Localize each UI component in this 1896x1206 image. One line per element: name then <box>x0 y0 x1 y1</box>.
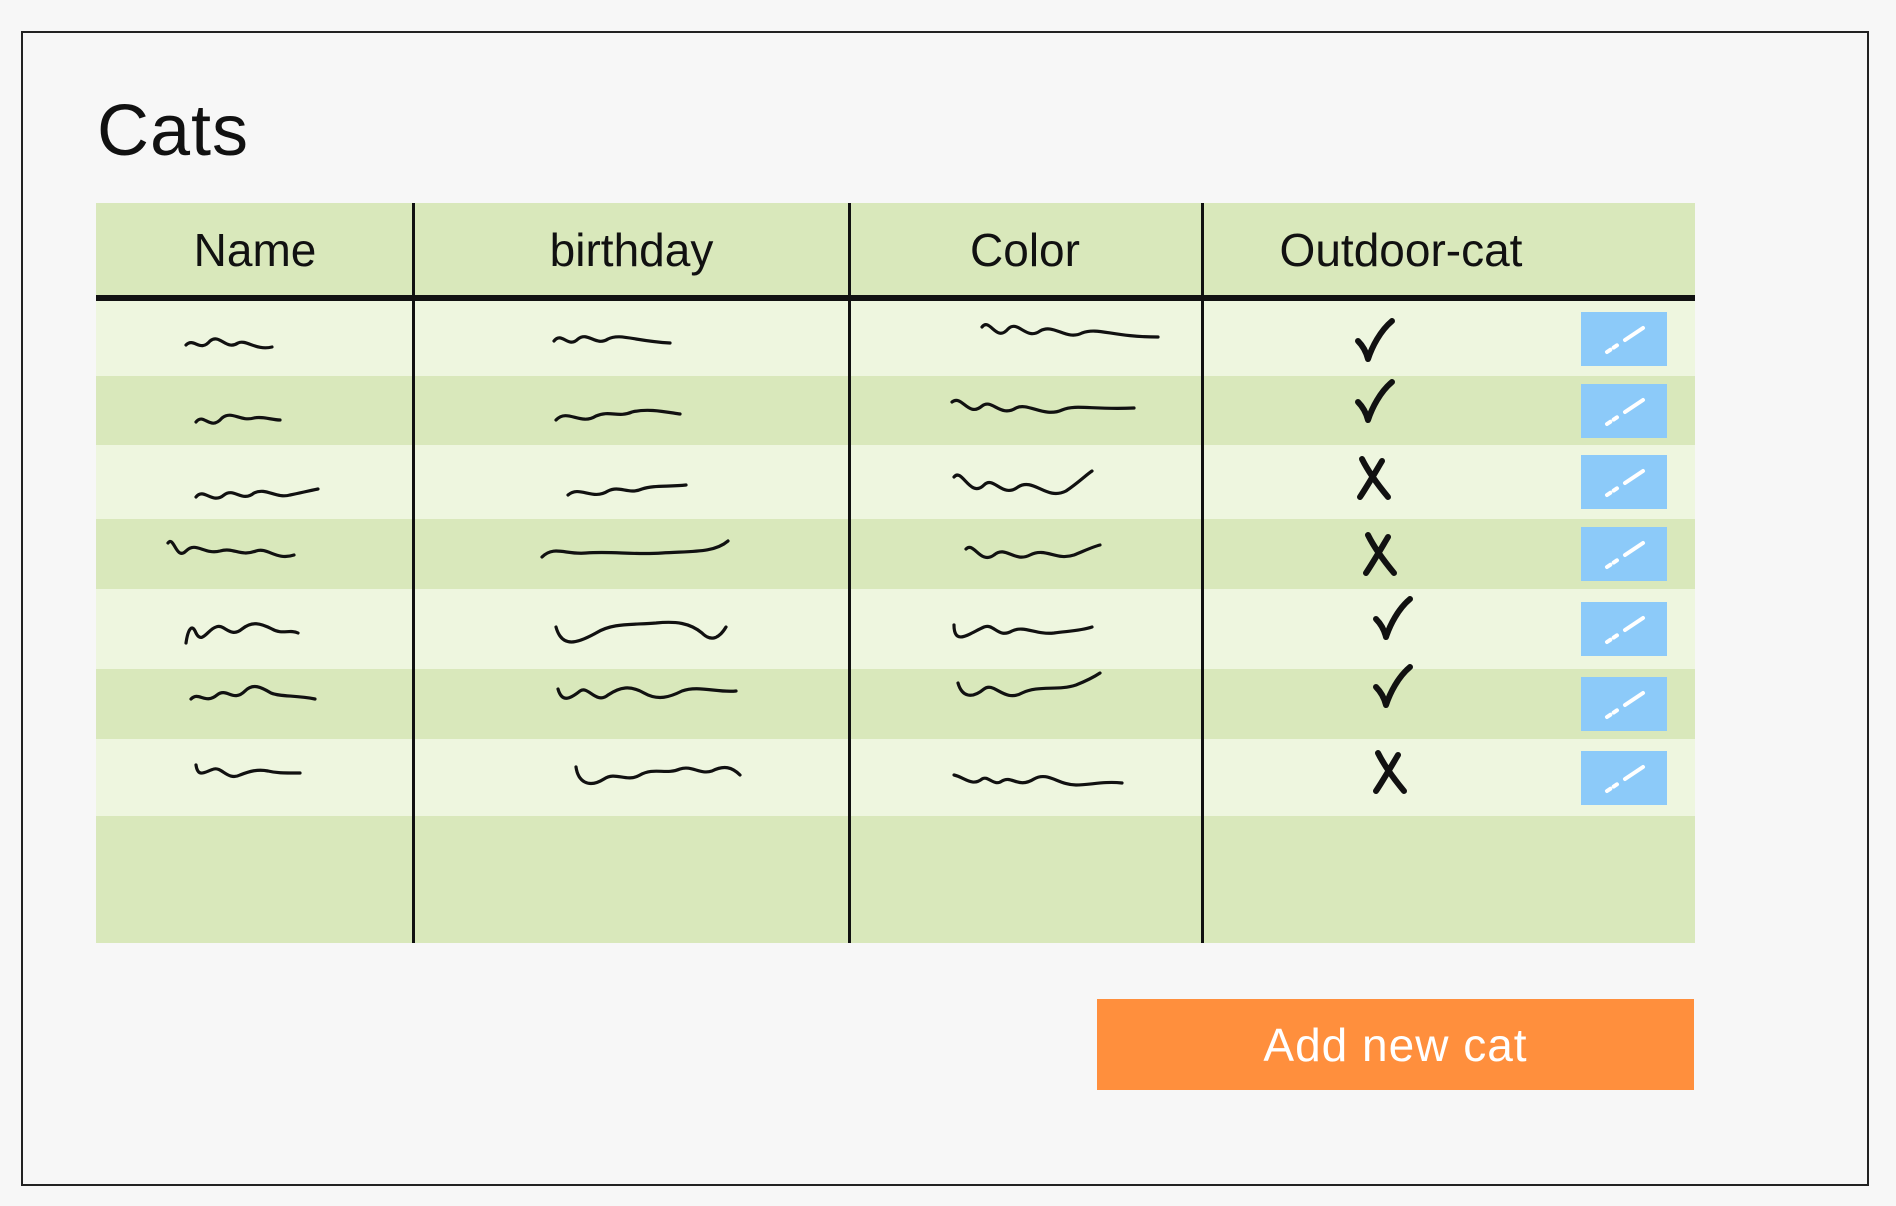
column-header-color[interactable]: Color <box>849 223 1201 277</box>
column-header-outdoor-cat[interactable]: Outdoor-cat <box>1201 223 1601 277</box>
placeholder-color-scribble <box>952 623 1094 639</box>
pencil-icon <box>1605 326 1645 354</box>
table-row[interactable] <box>96 664 1695 739</box>
placeholder-color-scribble <box>964 543 1102 559</box>
edit-row-button[interactable] <box>1581 455 1667 509</box>
pencil-icon <box>1605 398 1645 426</box>
column-header-birthday[interactable]: birthday <box>414 223 849 277</box>
placeholder-color-scribble <box>956 671 1102 698</box>
table-row[interactable] <box>96 739 1695 816</box>
column-header-name[interactable]: Name <box>96 223 414 277</box>
column-divider <box>412 203 415 943</box>
placeholder-name-scribble <box>189 684 317 701</box>
check-icon <box>1373 664 1413 708</box>
pencil-icon <box>1605 541 1645 569</box>
placeholder-name-scribble <box>194 413 282 425</box>
check-icon <box>1373 596 1413 640</box>
table-row[interactable] <box>96 519 1695 589</box>
cross-icon <box>1357 456 1391 500</box>
edit-row-button[interactable] <box>1581 312 1667 366</box>
column-divider <box>1201 203 1204 943</box>
cats-table: Name birthday Color Outdoor-cat <box>96 203 1695 943</box>
pencil-icon <box>1605 616 1645 644</box>
placeholder-birthday-scribble <box>554 620 728 644</box>
table-header: Name birthday Color Outdoor-cat <box>96 203 1695 295</box>
check-icon <box>1355 318 1395 362</box>
placeholder-color-scribble <box>952 469 1094 495</box>
edit-row-button[interactable] <box>1581 527 1667 581</box>
placeholder-color-scribble <box>980 323 1160 339</box>
edit-row-button[interactable] <box>1581 602 1667 656</box>
placeholder-name-scribble <box>194 763 302 778</box>
cross-icon <box>1373 750 1407 794</box>
page-title: Cats <box>97 91 250 171</box>
add-new-cat-button[interactable]: Add new cat <box>1097 999 1694 1090</box>
placeholder-birthday-scribble <box>554 408 682 422</box>
placeholder-name-scribble <box>166 539 296 558</box>
check-icon <box>1355 379 1395 423</box>
pencil-icon <box>1605 691 1645 719</box>
cross-icon <box>1363 532 1397 576</box>
table-row[interactable] <box>96 301 1695 376</box>
pencil-icon <box>1605 765 1645 793</box>
table-row[interactable] <box>96 376 1695 445</box>
pencil-icon <box>1605 469 1645 497</box>
edit-row-button[interactable] <box>1581 677 1667 731</box>
placeholder-color-scribble <box>952 773 1124 787</box>
placeholder-color-scribble <box>950 398 1136 414</box>
placeholder-name-scribble <box>184 622 300 645</box>
table-row[interactable] <box>96 589 1695 669</box>
placeholder-birthday-scribble <box>574 765 742 785</box>
placeholder-name-scribble <box>184 337 274 350</box>
edit-row-button[interactable] <box>1581 751 1667 805</box>
placeholder-birthday-scribble <box>540 539 730 559</box>
edit-row-button[interactable] <box>1581 384 1667 438</box>
column-divider <box>848 203 851 943</box>
placeholder-birthday-scribble <box>556 686 738 700</box>
table-row[interactable] <box>96 445 1695 519</box>
placeholder-birthday-scribble <box>552 335 672 345</box>
placeholder-birthday-scribble <box>566 483 688 497</box>
empty-row <box>96 816 1695 943</box>
